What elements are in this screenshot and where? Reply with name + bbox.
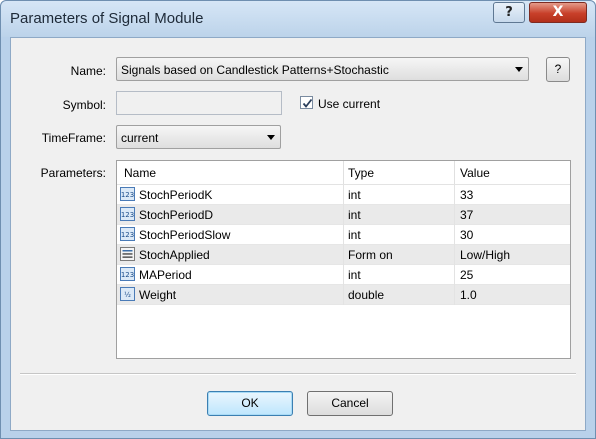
timeframe-select[interactable]: current: [116, 125, 281, 149]
param-value[interactable]: Low/High: [460, 248, 510, 262]
checkmark-icon: [302, 98, 313, 108]
name-select-value: Signals based on Candlestick Patterns+St…: [121, 63, 389, 77]
parameters-label: Parameters:: [40, 166, 106, 180]
svg-text:123: 123: [121, 191, 134, 199]
param-value[interactable]: 30: [460, 228, 473, 242]
symbol-input[interactable]: [116, 91, 282, 115]
table-header: Name Type Value: [117, 161, 570, 185]
close-button[interactable]: X: [529, 2, 587, 23]
param-type: int: [348, 208, 361, 222]
timeframe-select-value: current: [121, 131, 159, 145]
double-icon: ½: [120, 287, 135, 301]
separator-highlight: [20, 374, 576, 375]
help-icon: ?: [554, 62, 562, 76]
param-name: Weight: [139, 288, 177, 302]
svg-text:½: ½: [124, 291, 131, 299]
table-row[interactable]: 123 StochPeriodD int 37: [117, 205, 570, 225]
close-icon: X: [552, 4, 564, 20]
title-help-button[interactable]: ?: [493, 2, 525, 23]
svg-text:123: 123: [121, 231, 134, 239]
window-title: Parameters of Signal Module: [10, 10, 204, 27]
column-header-value[interactable]: Value: [460, 166, 490, 180]
symbol-label: Symbol:: [62, 98, 106, 112]
cancel-button[interactable]: Cancel: [307, 391, 393, 416]
table-row[interactable]: ½ Weight double 1.0: [117, 285, 570, 305]
dialog-window: Parameters of Signal Module ? X Name: Si…: [0, 0, 596, 439]
param-value[interactable]: 25: [460, 268, 473, 282]
param-type: int: [348, 188, 361, 202]
param-name: StochApplied: [139, 248, 210, 262]
chevron-down-icon: [515, 67, 523, 72]
param-name: StochPeriodD: [139, 208, 214, 222]
param-type: int: [348, 268, 361, 282]
cancel-button-label: Cancel: [331, 396, 369, 410]
use-current-label[interactable]: Use current: [318, 97, 380, 111]
integer-icon: 123: [120, 187, 135, 201]
title-bar[interactable]: Parameters of Signal Module ? X: [1, 1, 595, 37]
enum-list-icon: [120, 247, 135, 261]
name-select[interactable]: Signals based on Candlestick Patterns+St…: [116, 57, 529, 81]
param-value[interactable]: 37: [460, 208, 473, 222]
integer-icon: 123: [120, 207, 135, 221]
use-current-checkbox[interactable]: [300, 96, 313, 109]
table-row[interactable]: 123 StochPeriodK int 33: [117, 185, 570, 205]
param-name: StochPeriodK: [139, 188, 213, 202]
table-row[interactable]: 123 StochPeriodSlow int 30: [117, 225, 570, 245]
integer-icon: 123: [120, 227, 135, 241]
param-name: StochPeriodSlow: [139, 228, 231, 242]
svg-text:123: 123: [121, 271, 134, 279]
table-row[interactable]: StochApplied Form on Low/High: [117, 245, 570, 265]
parameters-table[interactable]: Name Type Value 123 StochPeriodK int 33: [116, 160, 571, 359]
svg-text:123: 123: [121, 211, 134, 219]
param-name: MAPeriod: [139, 268, 192, 282]
param-type: double: [348, 288, 385, 302]
integer-icon: 123: [120, 267, 135, 281]
name-help-button[interactable]: ?: [546, 57, 570, 82]
table-row[interactable]: 123 MAPeriod int 25: [117, 265, 570, 285]
ok-button-label: OK: [241, 396, 259, 410]
param-value[interactable]: 1.0: [460, 288, 477, 302]
column-header-name[interactable]: Name: [124, 166, 156, 180]
help-icon: ?: [505, 5, 513, 20]
chevron-down-icon: [267, 135, 275, 140]
name-label: Name:: [70, 64, 106, 78]
column-header-type[interactable]: Type: [348, 166, 374, 180]
param-type: int: [348, 228, 361, 242]
param-type: Form on: [348, 248, 393, 262]
param-value[interactable]: 33: [460, 188, 473, 202]
ok-button[interactable]: OK: [207, 391, 293, 416]
timeframe-label: TimeFrame:: [41, 131, 106, 145]
dialog-content: Name: Signals based on Candlestick Patte…: [10, 37, 586, 431]
